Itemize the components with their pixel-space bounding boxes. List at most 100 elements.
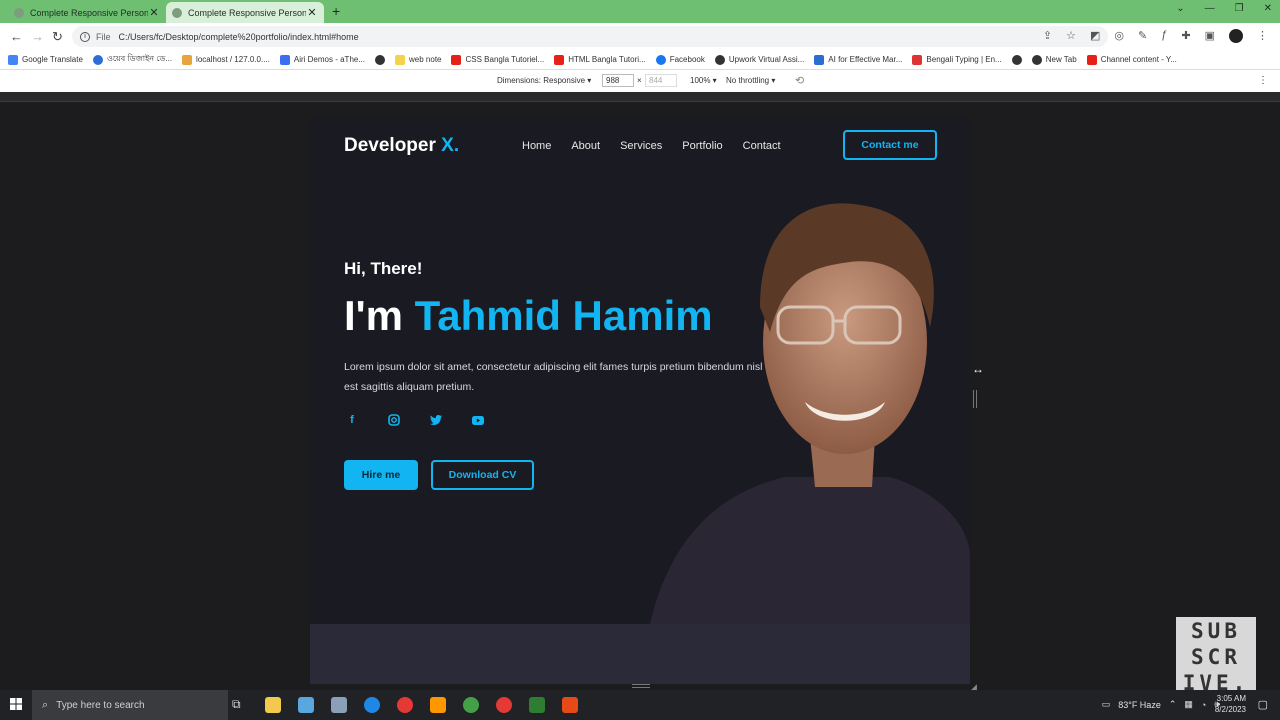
- more-options-icon[interactable]: ⋮: [1258, 75, 1268, 86]
- nav-link-home[interactable]: Home: [522, 140, 551, 152]
- media-query-ruler[interactable]: [0, 92, 1280, 102]
- notepad-icon[interactable]: [298, 697, 314, 713]
- side-panel-icon[interactable]: ▣: [1205, 29, 1215, 43]
- camtasia-icon[interactable]: [529, 697, 545, 713]
- browser-toolbar: ← → ↻ i File C:/Users/fc/Desktop/complet…: [0, 23, 1280, 50]
- site-icon: [375, 54, 386, 65]
- puzzle-extensions-icon[interactable]: ✚: [1181, 29, 1190, 43]
- network-icon[interactable]: ◔: [1201, 700, 1206, 710]
- file-explorer-icon[interactable]: [265, 697, 281, 713]
- edge-icon[interactable]: [364, 697, 380, 713]
- youtube-icon[interactable]: [470, 412, 486, 428]
- screenshot-extension-icon[interactable]: ◎: [1114, 29, 1124, 43]
- twitter-icon[interactable]: [428, 412, 444, 428]
- hero-description: Lorem ipsum dolor sit amet, consectetur …: [344, 361, 763, 393]
- share-icon[interactable]: ⇪: [1043, 29, 1052, 43]
- site-logo[interactable]: Developer X.: [344, 135, 459, 157]
- tab-search-chevron-icon[interactable]: ⌄: [1176, 3, 1184, 14]
- windows-start-icon[interactable]: [10, 698, 22, 710]
- tab-close-icon[interactable]: ✕: [148, 6, 160, 19]
- headline-prefix: I'm: [344, 292, 415, 339]
- bookmark-item[interactable]: Channel content - Y...: [1086, 54, 1177, 65]
- reload-icon[interactable]: ↻: [52, 29, 63, 45]
- database-icon: [182, 54, 193, 65]
- zoom-dropdown[interactable]: 100% ▾: [690, 76, 717, 85]
- bookmark-item[interactable]: Google Translate: [8, 54, 83, 65]
- nav-link-about[interactable]: About: [571, 140, 600, 152]
- bookmark-item[interactable]: localhost / 127.0.0....: [182, 54, 270, 65]
- sublime-text-icon[interactable]: [430, 697, 446, 713]
- instagram-icon[interactable]: [386, 412, 402, 428]
- hire-me-button[interactable]: Hire me: [344, 460, 418, 490]
- browser-tab-active[interactable]: Complete Responsive Personal P ✕: [166, 2, 324, 23]
- viewport-bottom-resize-handle[interactable]: [632, 684, 650, 688]
- nav-link-services[interactable]: Services: [620, 140, 662, 152]
- back-arrow-icon[interactable]: ←: [10, 29, 23, 44]
- bookmark-label: New Tab: [1045, 55, 1077, 64]
- device-toolbar: Dimensions: Responsive ▾ 988 × 844 100% …: [0, 70, 1280, 92]
- nav-link-contact[interactable]: Contact: [743, 140, 781, 152]
- extension-icon[interactable]: ✎: [1138, 29, 1147, 43]
- taskbar-search-box[interactable]: ⌕ Type here to search: [32, 690, 228, 720]
- tray-app-icon[interactable]: ▦: [1184, 699, 1193, 710]
- bookmark-item[interactable]: HTML Bangla Tutori...: [554, 54, 646, 65]
- browser-tab[interactable]: Complete Responsive Personal P ✕: [8, 2, 166, 23]
- profile-avatar-icon[interactable]: [1229, 29, 1243, 43]
- hero-headline: I'm Tahmid Hamim: [344, 292, 713, 340]
- app-icon[interactable]: [331, 697, 347, 713]
- notifications-icon[interactable]: ▢: [1258, 698, 1268, 711]
- bookmark-label: ওয়েব ডিজাইন ডে...: [106, 54, 173, 63]
- restore-icon[interactable]: ❐: [1235, 3, 1244, 14]
- new-tab-plus-icon[interactable]: +: [332, 3, 340, 19]
- tray-chevron-icon[interactable]: ⌃: [1169, 699, 1177, 710]
- bookmark-item[interactable]: AI for Effective Mar...: [814, 54, 902, 65]
- throttling-dropdown[interactable]: No throttling ▾: [726, 76, 775, 85]
- rotate-icon[interactable]: ⟲: [795, 74, 804, 87]
- browser-menu-icon[interactable]: ⋮: [1257, 29, 1268, 43]
- dimensions-dropdown[interactable]: Dimensions: Responsive ▾: [497, 76, 591, 85]
- chrome-profile-icon[interactable]: [496, 697, 512, 713]
- bookmark-item[interactable]: CSS Bangla Tutoriel...: [451, 54, 544, 65]
- task-view-icon[interactable]: ⧉: [232, 697, 248, 713]
- chrome-active-icon[interactable]: [463, 697, 479, 713]
- forward-arrow-icon[interactable]: →: [31, 29, 44, 44]
- emulated-page: Developer X. Home About Services Portfol…: [310, 117, 970, 684]
- translate-extension-icon[interactable]: ◩: [1090, 29, 1100, 43]
- bookmark-item[interactable]: [375, 54, 386, 65]
- bookmark-item[interactable]: web note: [395, 54, 442, 65]
- bookmark-item[interactable]: Bengali Typing | En...: [912, 54, 1002, 65]
- weather-icon[interactable]: ▭: [1102, 699, 1111, 710]
- bookmark-item[interactable]: Upwork Virtual Assi...: [714, 54, 804, 65]
- logo-accent: X.: [441, 135, 460, 156]
- bookmarks-bar: Google Translate ওয়েব ডিজাইন ডে... loca…: [0, 50, 1280, 70]
- site-info-icon[interactable]: i: [80, 31, 90, 42]
- recorder-icon[interactable]: [562, 697, 578, 713]
- bookmark-item[interactable]: Facebook: [655, 54, 705, 65]
- bookmark-label: Facebook: [669, 55, 705, 64]
- minimize-icon[interactable]: —: [1205, 3, 1215, 14]
- download-cv-button[interactable]: Download CV: [431, 460, 534, 490]
- nav-link-portfolio[interactable]: Portfolio: [682, 140, 722, 152]
- bookmark-item[interactable]: New Tab: [1031, 54, 1077, 65]
- height-input[interactable]: 844: [645, 74, 677, 87]
- translate-icon: [8, 54, 18, 65]
- tab-close-icon[interactable]: ✕: [306, 6, 318, 19]
- bookmark-item[interactable]: Airi Demos - aThe...: [279, 54, 365, 65]
- font-extension-icon[interactable]: ƒ: [1161, 29, 1167, 43]
- address-bar[interactable]: i File C:/Users/fc/Desktop/complete%20po…: [72, 26, 1108, 47]
- search-icon: ⌕: [42, 698, 49, 711]
- chrome-icon[interactable]: [397, 697, 413, 713]
- weather-text[interactable]: 83°F Haze: [1118, 700, 1161, 710]
- viewport-right-resize-handle[interactable]: [973, 390, 977, 408]
- bookmark-star-icon[interactable]: ☆: [1066, 29, 1076, 43]
- taskbar-clock[interactable]: 3:05 AM 8/2/2023: [1215, 693, 1246, 715]
- bookmark-item[interactable]: [1011, 54, 1022, 65]
- facebook-icon[interactable]: f: [344, 412, 360, 428]
- bookmark-label: web note: [409, 55, 442, 64]
- contact-me-button[interactable]: Contact me: [843, 130, 937, 160]
- url-text[interactable]: C:/Users/fc/Desktop/complete%20portfolio…: [119, 32, 359, 42]
- clock-date: 8/2/2023: [1214, 705, 1246, 714]
- width-input[interactable]: 988: [602, 74, 634, 87]
- close-window-icon[interactable]: ✕: [1264, 3, 1272, 14]
- bookmark-item[interactable]: ওয়েব ডিজাইন ডে...: [92, 53, 173, 66]
